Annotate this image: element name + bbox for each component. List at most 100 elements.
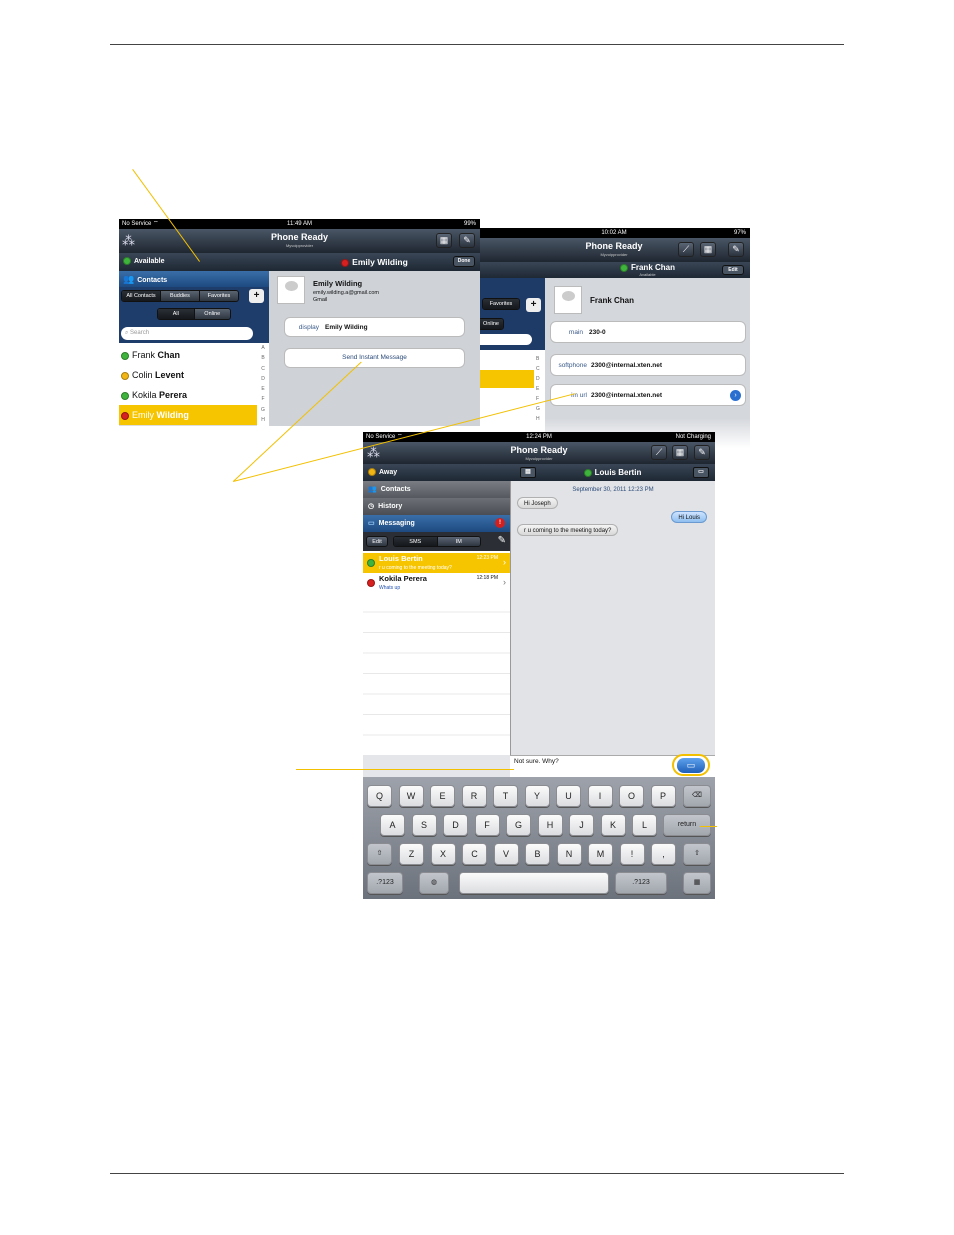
add-contact-button[interactable]: + <box>249 289 264 303</box>
numbers-key-right[interactable]: .?123 <box>615 872 667 894</box>
hide-keyboard-icon[interactable]: ▦ <box>683 872 711 894</box>
conversation-row-selected[interactable]: Louis Bertin 12:23 PM r u coming to the … <box>363 553 510 573</box>
dialpad-icon[interactable]: ▦ <box>436 233 452 248</box>
network-icon[interactable]: ⟋ <box>678 242 694 257</box>
nav-contacts[interactable]: 👥 Contacts <box>119 271 269 287</box>
history-clock-icon: ◷ <box>368 503 375 510</box>
field-softphone[interactable]: softphone 2300@internal.xten.net <box>550 354 746 376</box>
contact-row[interactable]: Kokila Perera <box>119 385 257 406</box>
callout-line-return <box>700 826 717 827</box>
detail-title: Emily Wilding <box>352 257 408 267</box>
chat-options-icon[interactable]: ▭ <box>693 467 709 478</box>
sms-im-segment[interactable]: SMS IM <box>393 536 481 547</box>
space-key[interactable] <box>459 872 609 894</box>
dialpad-icon[interactable]: ▦ <box>672 445 688 460</box>
key-comma[interactable]: , <box>651 843 676 865</box>
return-key[interactable]: return <box>663 814 711 836</box>
key-u[interactable]: U <box>556 785 581 807</box>
screenshot-contact-frank: 10:02 AM 97% Phone Ready Myvoipprovider … <box>478 228 750 448</box>
key-d[interactable]: D <box>443 814 468 836</box>
key-f[interactable]: F <box>474 814 500 836</box>
key-v[interactable]: V <box>493 843 519 865</box>
key-a[interactable]: A <box>380 814 405 836</box>
key-w[interactable]: W <box>398 785 424 807</box>
contact-filter-segment[interactable]: All Contacts Buddies Favorites <box>121 290 239 302</box>
key-p[interactable]: P <box>650 785 676 807</box>
chat-date: September 30, 2011 12:23 PM <box>572 487 654 493</box>
key-e[interactable]: E <box>430 785 455 807</box>
settings-wrench-icon[interactable]: ✎ <box>459 233 475 248</box>
key-m[interactable]: M <box>588 843 613 865</box>
shift-key[interactable]: ⇧ <box>367 843 392 865</box>
message-input[interactable]: Not sure. Why? ▭ <box>510 754 715 777</box>
online-filter-segment[interactable]: All Online <box>157 308 231 320</box>
online-segment[interactable]: Online <box>478 318 504 330</box>
alpha-index[interactable]: ABCDEFGH <box>260 343 266 425</box>
alpha-index[interactable]: BCDEFGH <box>536 354 542 424</box>
key-i[interactable]: I <box>587 785 613 807</box>
detail-status: Available <box>639 272 656 277</box>
key-j[interactable]: J <box>569 814 594 836</box>
backspace-key[interactable]: ⌫ <box>683 785 711 807</box>
send-message-button[interactable]: ▭ <box>677 758 705 773</box>
done-button[interactable]: Done <box>453 256 475 267</box>
contact-name: Frank Chan <box>590 296 635 305</box>
shift-key-right[interactable]: ⇧ <box>683 843 711 865</box>
key-g[interactable]: G <box>506 814 531 836</box>
key-n[interactable]: N <box>556 843 582 865</box>
key-exclaim[interactable]: ! <box>619 843 645 865</box>
key-z[interactable]: Z <box>399 843 424 865</box>
status-bar: 10:02 AM 97% <box>478 228 750 238</box>
key-b[interactable]: B <box>525 843 550 865</box>
messaging-icon: ▭ <box>368 520 375 527</box>
key-y[interactable]: Y <box>524 785 550 807</box>
chat-transcript: September 30, 2011 12:23 PM Hi Joseph Hi… <box>510 481 715 755</box>
contact-row-selected[interactable]: Emily Wilding <box>119 405 257 426</box>
field-main[interactable]: main 230-0 <box>550 321 746 343</box>
add-contact-button[interactable]: + <box>526 298 541 312</box>
chevron-right-icon: › <box>503 577 506 587</box>
key-x[interactable]: X <box>430 843 456 865</box>
presence-row[interactable]: Away <box>363 464 510 481</box>
search-field[interactable] <box>478 334 532 345</box>
dialpad-icon[interactable]: ▦ <box>700 242 716 257</box>
detail-title: Frank Chan <box>630 263 675 272</box>
key-c[interactable]: C <box>462 843 487 865</box>
key-r[interactable]: R <box>461 785 487 807</box>
edit-button[interactable]: Edit <box>366 536 388 547</box>
key-l[interactable]: L <box>632 814 657 836</box>
conversation-row[interactable]: Kokila Perera 12:18 PM Whats up › <box>363 573 510 593</box>
app-subtitle: Myvoipprovider <box>285 243 314 248</box>
contact-row[interactable]: Frank Chan <box>119 345 257 366</box>
nav-history[interactable]: ◷ History <box>363 498 510 515</box>
network-icon[interactable]: ⟋ <box>651 445 667 460</box>
compose-icon[interactable]: ✎ <box>498 535 506 546</box>
app-title-bar: ⁂ Phone Ready Myvoipprovider ▦ ✎ <box>119 229 480 253</box>
send-instant-message-button[interactable]: Send Instant Message <box>284 348 465 368</box>
key-h[interactable]: H <box>537 814 563 836</box>
key-t[interactable]: T <box>493 785 518 807</box>
globe-icon[interactable]: ◍ <box>419 872 449 894</box>
field-display[interactable]: display Emily Wilding <box>284 317 465 337</box>
contact-row[interactable]: Colin Levent <box>119 365 257 386</box>
nav-messaging[interactable]: ▭ Messaging ! <box>363 515 510 532</box>
settings-wrench-icon[interactable]: ✎ <box>728 242 744 257</box>
favorites-segment[interactable]: Favorites <box>482 298 520 310</box>
contact-list: Frank Chan Colin Levent Kokila Perera Em… <box>119 343 269 426</box>
settings-wrench-icon[interactable]: ✎ <box>694 445 710 460</box>
field-im-url[interactable]: im url 2300@internal.xten.net › <box>550 384 746 406</box>
numbers-key[interactable]: .?123 <box>367 872 403 894</box>
footer-rule <box>110 1173 844 1174</box>
key-o[interactable]: O <box>619 785 644 807</box>
edit-button[interactable]: Edit <box>722 265 744 275</box>
key-s[interactable]: S <box>411 814 437 836</box>
search-input[interactable]: ⌕ Search <box>121 327 253 340</box>
available-status-icon <box>123 257 131 266</box>
key-k[interactable]: K <box>600 814 626 836</box>
chat-title: Louis Bertin <box>594 468 642 477</box>
key-q[interactable]: Q <box>367 785 392 807</box>
nav-contacts[interactable]: 👥 Contacts <box>363 481 510 498</box>
selected-contact-row[interactable] <box>478 370 534 388</box>
contact-name: Emily Wilding <box>313 279 363 288</box>
chevron-right-icon[interactable]: › <box>730 390 741 401</box>
